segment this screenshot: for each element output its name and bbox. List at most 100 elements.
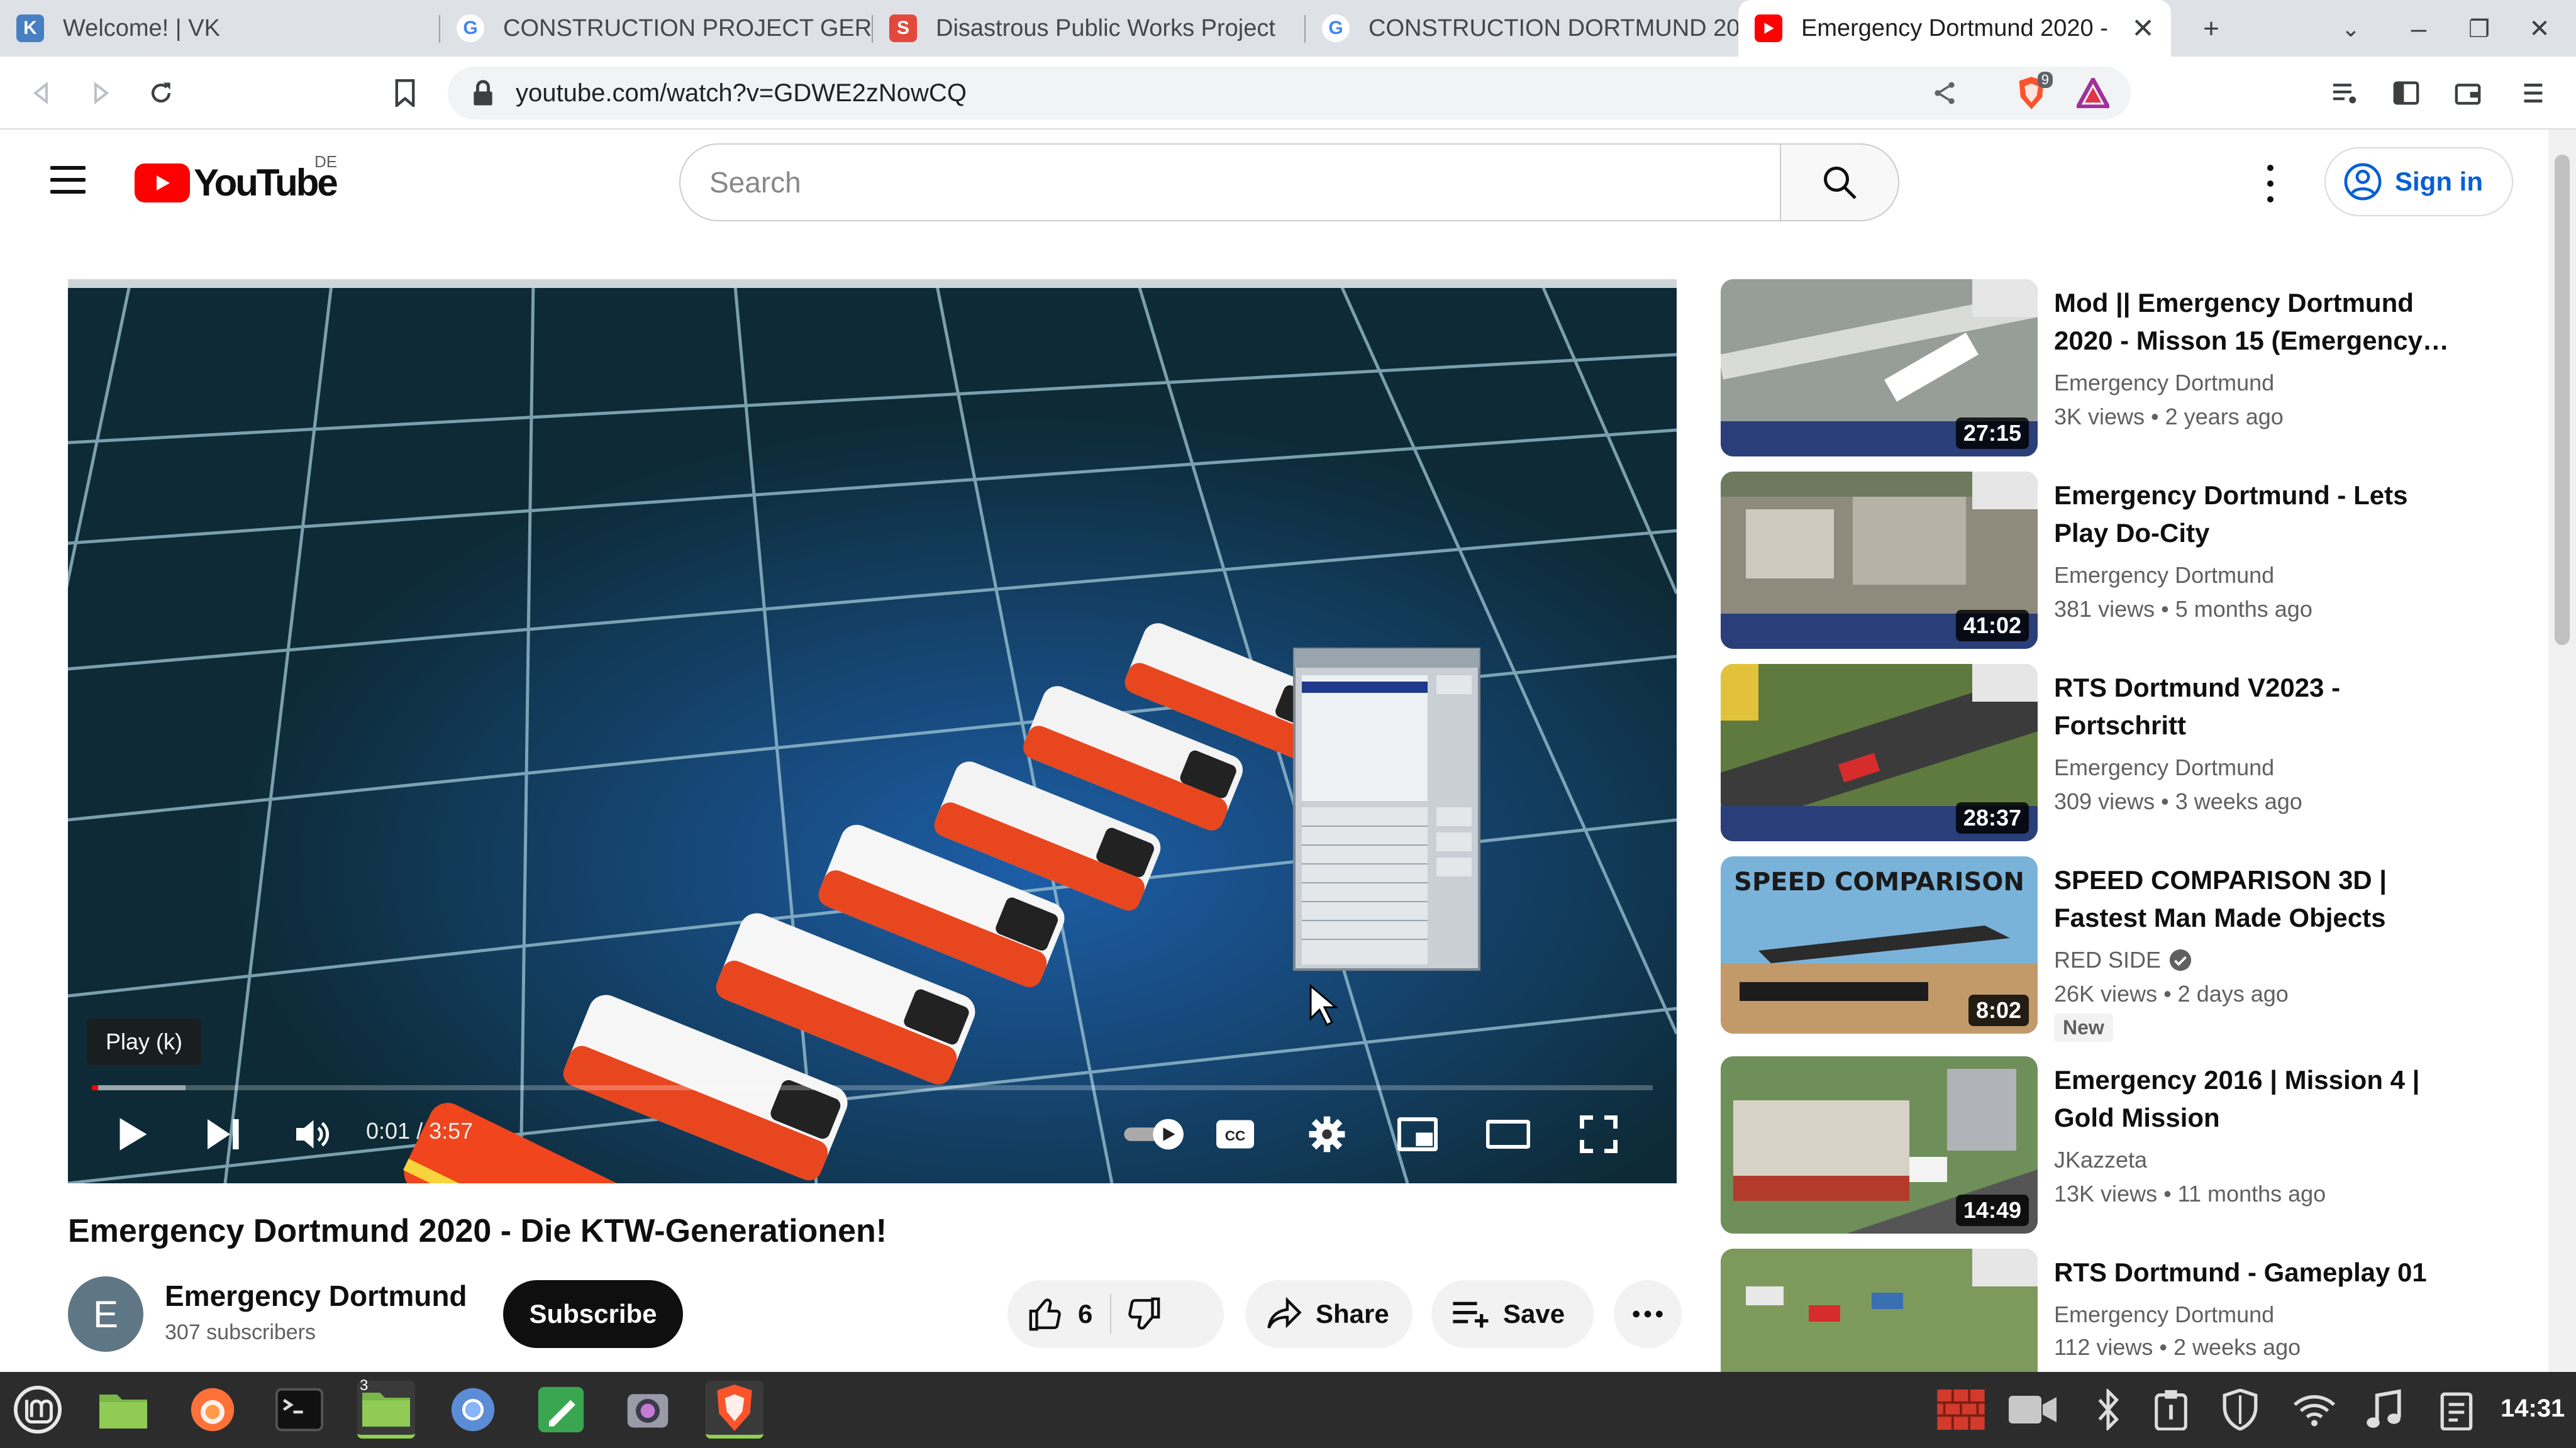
- recommended-video[interactable]: 41:02 Emergency Dortmund - Lets Play Do-…: [1721, 472, 2538, 649]
- recommended-video[interactable]: SPEED COMPARISON 8:02 SPEED COMPARISON 3…: [1721, 856, 2538, 1042]
- page-scrollbar[interactable]: [2548, 130, 2576, 1372]
- security-shield-icon[interactable]: [2215, 1387, 2265, 1432]
- dislike-button[interactable]: [1125, 1296, 1162, 1332]
- firefox-icon[interactable]: [184, 1381, 242, 1439]
- autoplay-toggle-icon[interactable]: [1117, 1109, 1192, 1159]
- thumbs-up-icon: [1029, 1298, 1061, 1331]
- share-button[interactable]: Share: [1245, 1280, 1413, 1348]
- bluetooth-icon[interactable]: [2083, 1387, 2133, 1432]
- channel-name[interactable]: Emergency Dortmund: [2054, 1302, 2274, 1328]
- tab-construction-project[interactable]: G CONSTRUCTION PROJECT GERM: [440, 0, 873, 57]
- reload-icon[interactable]: [142, 74, 180, 112]
- video-title[interactable]: RTS Dortmund V2023 - Fortschritt: [2054, 669, 2457, 744]
- video-title[interactable]: Mod || Emergency Dortmund 2020 - Misson …: [2054, 284, 2457, 360]
- brave-browser-icon[interactable]: [706, 1381, 763, 1439]
- forward-icon[interactable]: [82, 74, 119, 112]
- youtube-logo[interactable]: YouTube DE: [135, 152, 338, 204]
- video-thumbnail[interactable]: 14:49: [1721, 1056, 2038, 1234]
- video-thumbnail[interactable]: 41:02: [1721, 472, 2038, 649]
- files-workspace-icon[interactable]: 3: [357, 1377, 415, 1439]
- more-actions-icon[interactable]: [1614, 1280, 1682, 1348]
- file-manager-icon[interactable]: [94, 1381, 152, 1439]
- tab-title: Welcome! | VK: [63, 14, 220, 41]
- sidebar-toggle-icon[interactable]: [2389, 75, 2424, 111]
- volume-icon[interactable]: [287, 1109, 337, 1159]
- channel-name[interactable]: JKazzeta: [2054, 1147, 2147, 1173]
- channel-avatar[interactable]: E: [68, 1276, 143, 1352]
- wifi-icon[interactable]: [2289, 1387, 2340, 1432]
- brave-rewards-icon[interactable]: [2075, 75, 2111, 111]
- share-page-icon[interactable]: [1927, 75, 1962, 111]
- recommended-video[interactable]: 14:49 Emergency 2016 | Mission 4 | Gold …: [1721, 1056, 2538, 1234]
- close-tab-icon[interactable]: ✕: [2119, 13, 2155, 45]
- video-meta: 112 views • 2 weeks ago: [2054, 1334, 2301, 1360]
- channel-name[interactable]: Emergency Dortmund: [2054, 562, 2274, 589]
- minimize-icon[interactable]: –: [2401, 11, 2436, 47]
- theater-mode-icon[interactable]: [1483, 1109, 1533, 1159]
- channel-name[interactable]: RED SIDE: [2054, 947, 2192, 973]
- video-title[interactable]: SPEED COMPARISON 3D | Fastest Man Made O…: [2054, 861, 2457, 937]
- tab-emergency-dortmund[interactable]: Emergency Dortmund 2020 - ✕: [1738, 0, 2171, 57]
- tab-title: CONSTRUCTION DORTMUND 20: [1368, 14, 1738, 41]
- video-title[interactable]: Emergency 2016 | Mission 4 | Gold Missio…: [2054, 1061, 2457, 1137]
- video-thumbnail[interactable]: 28:37: [1721, 664, 2038, 841]
- search-button[interactable]: [1780, 143, 1899, 221]
- progress-bar[interactable]: [92, 1085, 1653, 1090]
- fullscreen-icon[interactable]: [1574, 1109, 1624, 1159]
- tab-disastrous-public-works[interactable]: S Disastrous Public Works Project: [873, 0, 1306, 57]
- chromium-icon[interactable]: [444, 1381, 502, 1439]
- settings-gear-icon[interactable]: [1302, 1109, 1352, 1159]
- text-editor-icon[interactable]: [532, 1381, 590, 1439]
- captions-icon[interactable]: CC: [1210, 1109, 1260, 1159]
- video-thumbnail[interactable]: 27:15: [1721, 279, 2038, 456]
- reading-list-icon[interactable]: [2327, 75, 2362, 111]
- terminal-icon[interactable]: [270, 1381, 328, 1439]
- restore-icon[interactable]: ❐: [2462, 11, 2497, 47]
- new-tab-icon[interactable]: +: [2194, 11, 2229, 47]
- video-player[interactable]: Play (k) 0:01 / 3:57 CC: [68, 279, 1677, 1183]
- video-title[interactable]: Emergency Dortmund - Lets Play Do-City: [2054, 477, 2457, 552]
- like-button[interactable]: 6: [1008, 1296, 1092, 1332]
- vk-icon: K: [16, 14, 44, 42]
- tab-construction-dortmund[interactable]: G CONSTRUCTION DORTMUND 20: [1306, 0, 1738, 57]
- search-input[interactable]: Search: [679, 143, 1781, 221]
- sign-in-button[interactable]: Sign in: [2324, 147, 2513, 216]
- camera-icon[interactable]: [2007, 1387, 2058, 1432]
- save-button[interactable]: Save: [1431, 1280, 1594, 1348]
- video-title[interactable]: RTS Dortmund - Gameplay 01: [2054, 1254, 2457, 1291]
- subscribe-button[interactable]: Subscribe: [503, 1280, 683, 1348]
- recommended-video[interactable]: RTS Dortmund - Gameplay 01 Emergency Dor…: [1721, 1249, 2538, 1372]
- thumbs-down-icon: [1128, 1297, 1160, 1330]
- linux-mint-menu-icon[interactable]: [9, 1381, 67, 1439]
- wallet-icon[interactable]: [2450, 75, 2485, 111]
- browser-toolbar: youtube.com/watch?v=GDWE2zNowCQ 9: [0, 57, 2576, 130]
- tab-vk[interactable]: K Welcome! | VK: [0, 0, 440, 57]
- volume-music-icon[interactable]: [2358, 1387, 2409, 1432]
- lock-icon: [474, 80, 492, 106]
- miniplayer-icon[interactable]: [1392, 1109, 1443, 1159]
- tab-list-chevron-icon[interactable]: ⌄: [2333, 11, 2368, 47]
- brave-shields-icon[interactable]: 9: [2014, 72, 2053, 111]
- clipboard-icon[interactable]: [2146, 1387, 2196, 1432]
- address-bar[interactable]: youtube.com/watch?v=GDWE2zNowCQ: [448, 67, 2131, 119]
- back-icon[interactable]: [23, 74, 60, 112]
- notes-icon[interactable]: [2433, 1387, 2483, 1432]
- channel-name[interactable]: Emergency Dortmund: [2054, 754, 2274, 781]
- video-thumbnail[interactable]: [1721, 1249, 2038, 1372]
- firewall-icon[interactable]: [1936, 1387, 1986, 1432]
- next-video-icon[interactable]: [197, 1109, 248, 1159]
- bookmark-icon[interactable]: [386, 74, 424, 112]
- video-thumbnail[interactable]: SPEED COMPARISON 8:02: [1721, 856, 2038, 1034]
- scrollbar-thumb[interactable]: [2555, 155, 2570, 645]
- hamburger-menu-icon[interactable]: [50, 166, 86, 194]
- close-window-icon[interactable]: ✕: [2522, 11, 2557, 47]
- channel-name[interactable]: Emergency Dortmund: [2054, 370, 2274, 396]
- play-icon[interactable]: [108, 1109, 158, 1159]
- recommended-video[interactable]: 27:15 Mod || Emergency Dortmund 2020 - M…: [1721, 279, 2538, 456]
- settings-kebab-icon[interactable]: [2258, 165, 2283, 202]
- tab-title: CONSTRUCTION PROJECT GERM: [503, 14, 873, 41]
- screenshot-tool-icon[interactable]: [619, 1381, 677, 1439]
- recommended-video[interactable]: 28:37 RTS Dortmund V2023 - Fortschritt E…: [1721, 664, 2538, 841]
- browser-menu-icon[interactable]: [2516, 75, 2551, 111]
- channel-name[interactable]: Emergency Dortmund: [165, 1279, 467, 1313]
